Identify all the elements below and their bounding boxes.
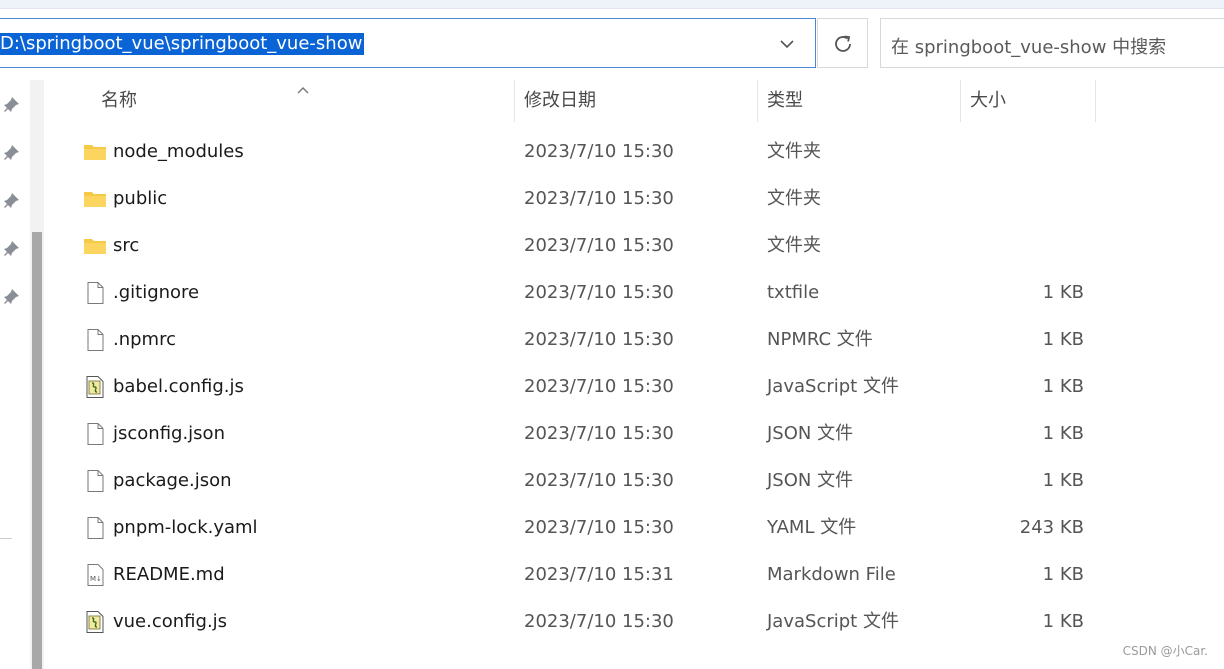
file-name[interactable]: src	[113, 222, 139, 269]
file-type: 文件夹	[767, 235, 821, 256]
file-row[interactable]: .npmrc 2023/7/10 15:30 NPMRC 文件 1 KB	[52, 316, 1224, 363]
file-date: 2023/7/10 15:30	[524, 376, 674, 397]
markdown-file-icon: M↓	[83, 563, 107, 587]
column-divider[interactable]	[514, 80, 515, 122]
file-date: 2023/7/10 15:30	[524, 329, 674, 350]
file-date: 2023/7/10 15:30	[524, 611, 674, 632]
file-row[interactable]: public 2023/7/10 15:30 文件夹	[52, 175, 1224, 222]
file-row[interactable]: babel.config.js 2023/7/10 15:30 JavaScript…	[52, 363, 1224, 410]
file-date: 2023/7/10 15:30	[524, 188, 674, 209]
file-row[interactable]: package.json 2023/7/10 15:30 JSON 文件 1 KB	[52, 457, 1224, 504]
file-name[interactable]: vue.config.js	[113, 598, 227, 645]
refresh-icon	[835, 35, 851, 52]
file-row[interactable]: M↓ README.md 2023/7/10 15:31 Markdown File 1…	[52, 551, 1224, 598]
file-row[interactable]: pnpm-lock.yaml 2023/7/10 15:30 YAML 文件 243 …	[52, 504, 1224, 551]
address-bar[interactable]: D:\springboot_vue\springboot_vue-show	[0, 18, 816, 68]
file-row[interactable]: .gitignore 2023/7/10 15:30 txtfile 1 KB	[52, 269, 1224, 316]
file-name[interactable]: .gitignore	[113, 269, 199, 316]
nav-divider	[0, 538, 12, 539]
folder-icon	[83, 187, 107, 211]
file-size: 1 KB	[1042, 611, 1084, 632]
file-size: 243 KB	[1019, 517, 1084, 538]
file-type: YAML 文件	[767, 517, 857, 538]
file-icon	[83, 469, 107, 493]
file-type: 文件夹	[767, 188, 821, 209]
file-size: 1 KB	[1042, 470, 1084, 491]
file-type: NPMRC 文件	[767, 329, 873, 350]
svg-text:M↓: M↓	[90, 575, 102, 583]
column-divider[interactable]	[960, 80, 961, 122]
column-divider[interactable]	[1095, 80, 1096, 122]
file-icon	[83, 328, 107, 352]
file-row[interactable]: jsconfig.json 2023/7/10 15:30 JSON 文件 1 KB	[52, 410, 1224, 457]
file-type: 文件夹	[767, 141, 821, 162]
nav-scrollbar-thumb[interactable]	[32, 232, 42, 669]
file-name[interactable]: babel.config.js	[113, 363, 244, 410]
file-size: 1 KB	[1042, 329, 1084, 350]
file-row[interactable]: vue.config.js 2023/7/10 15:30 JavaScript 文…	[52, 598, 1224, 645]
pin-icon[interactable]	[3, 288, 21, 306]
file-icon	[83, 422, 107, 446]
file-date: 2023/7/10 15:31	[524, 564, 674, 585]
pin-icon[interactable]	[3, 96, 21, 114]
pin-icon[interactable]	[3, 144, 21, 162]
file-name[interactable]: README.md	[113, 551, 225, 598]
refresh-button[interactable]	[817, 18, 868, 68]
column-header-size[interactable]: 大小	[970, 80, 1006, 122]
search-input[interactable]: 在 springboot_vue-show 中搜索	[880, 18, 1224, 68]
folder-icon	[83, 234, 107, 258]
file-type: txtfile	[767, 282, 820, 303]
js-file-icon	[83, 610, 107, 634]
file-icon	[83, 281, 107, 305]
file-size: 1 KB	[1042, 282, 1084, 303]
folder-icon	[83, 140, 107, 164]
file-name[interactable]: node_modules	[113, 128, 244, 175]
column-header-type[interactable]: 类型	[767, 80, 803, 122]
window-top-strip	[0, 0, 1224, 9]
file-size: 1 KB	[1042, 423, 1084, 444]
column-divider[interactable]	[757, 80, 758, 122]
column-header-name[interactable]: 名称	[101, 80, 137, 122]
file-date: 2023/7/10 15:30	[524, 141, 674, 162]
file-type: JavaScript 文件	[767, 611, 899, 632]
file-type: JSON 文件	[767, 470, 854, 491]
file-date: 2023/7/10 15:30	[524, 282, 674, 303]
file-date: 2023/7/10 15:30	[524, 517, 674, 538]
file-type: JavaScript 文件	[767, 376, 899, 397]
file-type: JSON 文件	[767, 423, 854, 444]
file-row[interactable]: src 2023/7/10 15:30 文件夹	[52, 222, 1224, 269]
file-date: 2023/7/10 15:30	[524, 235, 674, 256]
column-header-date[interactable]: 修改日期	[524, 80, 596, 122]
chevron-down-icon[interactable]	[776, 33, 798, 55]
file-name[interactable]: public	[113, 175, 167, 222]
js-file-icon	[83, 375, 107, 399]
file-date: 2023/7/10 15:30	[524, 423, 674, 444]
pin-icon[interactable]	[3, 240, 21, 258]
file-size: 1 KB	[1042, 564, 1084, 585]
file-size: 1 KB	[1042, 376, 1084, 397]
pin-icon[interactable]	[3, 192, 21, 210]
file-date: 2023/7/10 15:30	[524, 470, 674, 491]
sort-ascending-icon	[296, 80, 310, 94]
search-placeholder: 在 springboot_vue-show 中搜索	[891, 37, 1167, 58]
file-icon	[83, 516, 107, 540]
file-name[interactable]: pnpm-lock.yaml	[113, 504, 258, 551]
file-name[interactable]: jsconfig.json	[113, 410, 225, 457]
file-row[interactable]: node_modules 2023/7/10 15:30 文件夹	[52, 128, 1224, 175]
file-name[interactable]: package.json	[113, 457, 232, 504]
file-name[interactable]: .npmrc	[113, 316, 176, 363]
file-type: Markdown File	[767, 564, 896, 585]
watermark: CSDN @小Car.	[1122, 644, 1208, 658]
address-path[interactable]: D:\springboot_vue\springboot_vue-show	[0, 33, 365, 55]
